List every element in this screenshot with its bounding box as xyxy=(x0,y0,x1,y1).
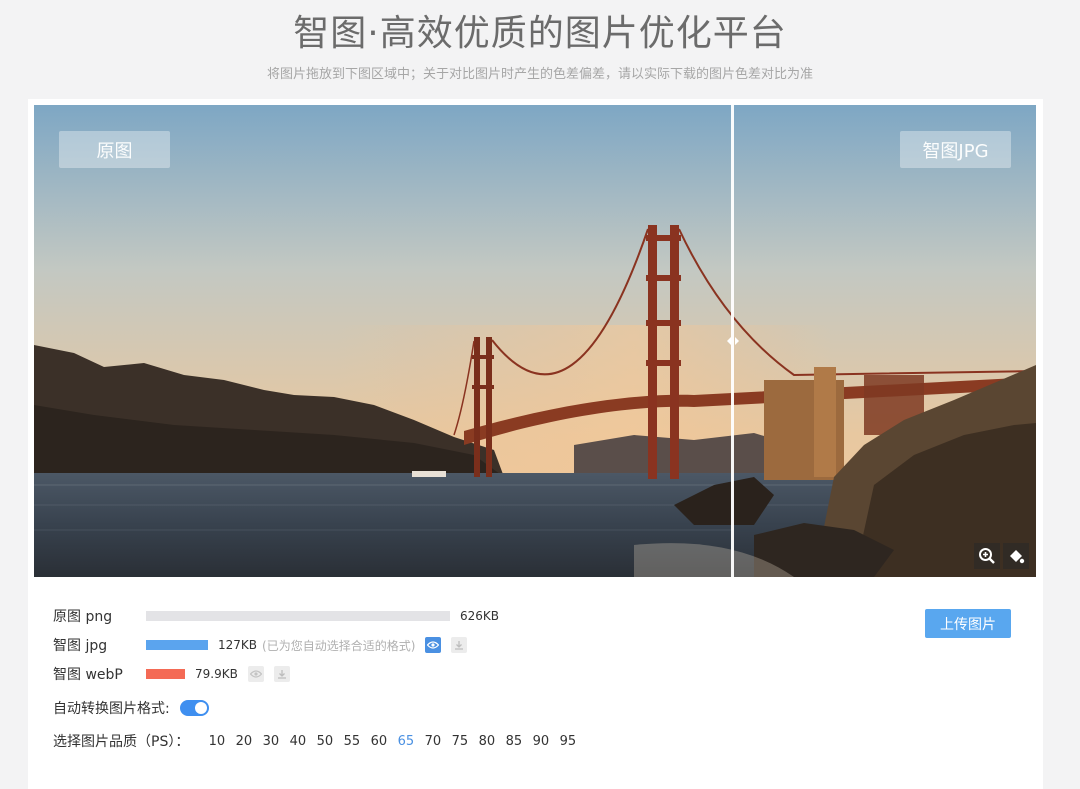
original-tag: 原图 xyxy=(59,131,170,168)
zoom-in-icon[interactable] xyxy=(974,543,1000,569)
divider-handle-icon[interactable] xyxy=(725,335,740,347)
result-label: 原图 png xyxy=(53,609,113,625)
result-row-jpg: 智图 jpg 127KB (已为您自动选择合适的格式) xyxy=(53,634,468,656)
auto-convert-label: 自动转换图片格式: xyxy=(53,701,170,717)
result-row-png: 原图 png 626KB xyxy=(53,605,499,627)
download-icon[interactable] xyxy=(273,666,290,682)
quality-option[interactable]: 10 xyxy=(203,734,230,749)
quality-option[interactable]: 90 xyxy=(527,734,554,749)
optimizer-card: 原图 智图JPG 原图 png 626KB 智图 jpg 127KB (已为您自… xyxy=(28,99,1043,789)
color-drop-icon[interactable] xyxy=(1003,543,1029,569)
page-title: 智图·高效优质的图片优化平台 xyxy=(293,13,787,54)
quality-option[interactable]: 95 xyxy=(554,734,581,749)
image-compare-area[interactable]: 原图 智图JPG xyxy=(34,105,1036,577)
quality-options: 10 20 30 40 50 55 60 65 70 75 80 85 90 95 xyxy=(203,734,581,749)
quality-option[interactable]: 70 xyxy=(419,734,446,749)
upload-image-button[interactable]: 上传图片 xyxy=(925,609,1011,638)
format-note: (已为您自动选择合适的格式) xyxy=(262,638,416,653)
result-label: 智图 webP xyxy=(53,667,123,683)
page-subtitle: 将图片拖放到下图区域中；关于对比图片时产生的色差偏差，请以实际下载的图片色差对比… xyxy=(266,67,813,82)
size-bar xyxy=(146,669,185,679)
preview-eye-icon[interactable] xyxy=(247,666,264,682)
quality-label: 选择图片品质（PS）： xyxy=(53,734,190,750)
download-icon[interactable] xyxy=(451,637,468,653)
auto-convert-setting: 自动转换图片格式: xyxy=(53,697,209,719)
result-label: 智图 jpg xyxy=(53,638,108,654)
size-bar xyxy=(146,640,208,650)
quality-option[interactable]: 65 xyxy=(392,734,419,749)
toggle-knob xyxy=(194,702,207,714)
quality-option[interactable]: 30 xyxy=(257,734,284,749)
size-bar xyxy=(146,611,450,621)
preview-eye-icon[interactable] xyxy=(425,637,442,653)
quality-option[interactable]: 50 xyxy=(311,734,338,749)
quality-option[interactable]: 85 xyxy=(500,734,527,749)
quality-option[interactable]: 75 xyxy=(446,734,473,749)
result-row-webp: 智图 webP 79.9KB xyxy=(53,663,290,685)
quality-option[interactable]: 40 xyxy=(284,734,311,749)
quality-setting: 选择图片品质（PS）： 10 20 30 40 50 55 60 65 70 75 80 85 90 95 xyxy=(53,730,581,752)
quality-option[interactable]: 55 xyxy=(338,734,365,749)
file-size: 79.9KB xyxy=(195,667,238,681)
optimized-tag: 智图JPG xyxy=(900,131,1011,168)
auto-convert-toggle[interactable] xyxy=(179,700,209,716)
quality-option[interactable]: 80 xyxy=(473,734,500,749)
bridge-photo xyxy=(34,105,1036,577)
quality-option[interactable]: 20 xyxy=(230,734,257,749)
file-size: 626KB xyxy=(460,609,500,623)
quality-option[interactable]: 60 xyxy=(365,734,392,749)
file-size: 127KB xyxy=(218,638,258,652)
